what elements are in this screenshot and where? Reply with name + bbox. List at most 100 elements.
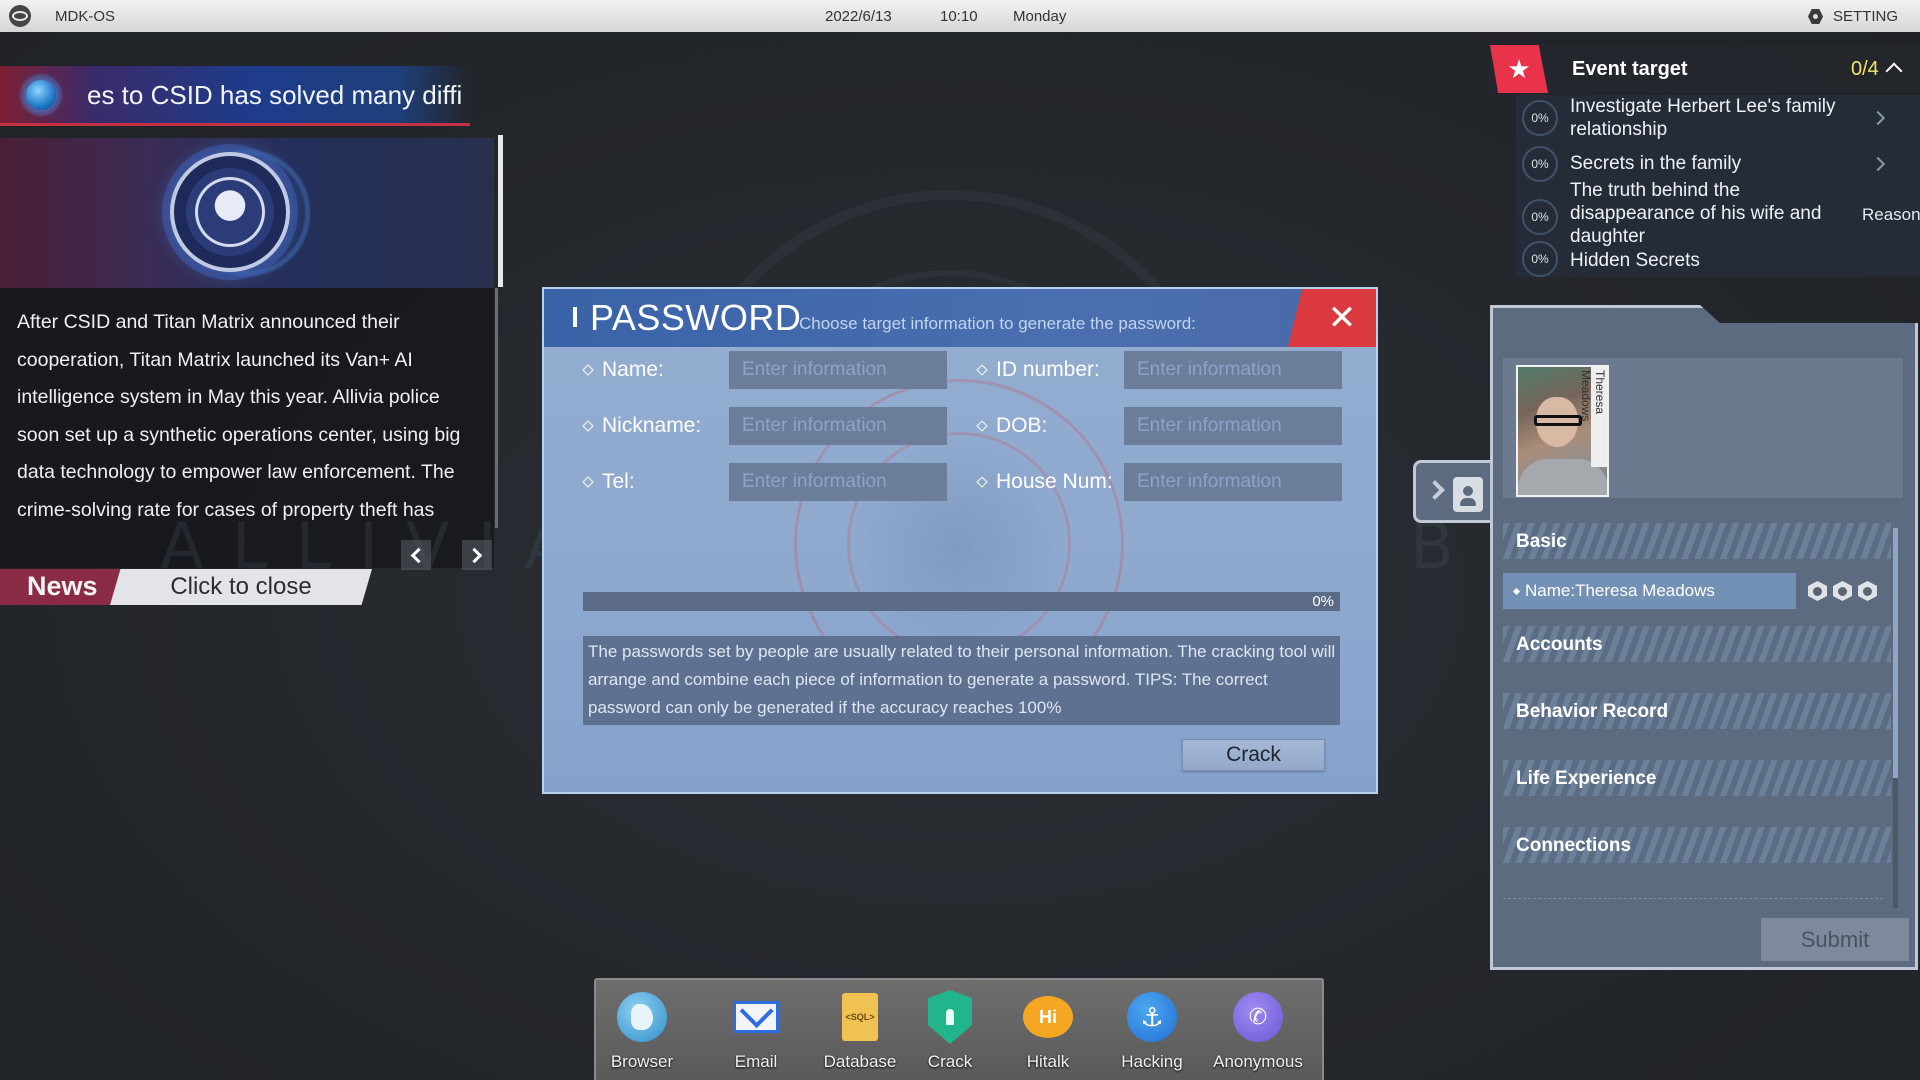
chevron-right-icon	[1870, 110, 1886, 126]
hitalk-glyph: Hi	[1023, 996, 1073, 1038]
diamond-bullet-icon	[582, 420, 594, 432]
hex-id-card-icon[interactable]	[1858, 581, 1877, 601]
top-bar: MDK-OS 2022/6/13 10:10 Monday SETTING	[0, 0, 1920, 32]
dialog-header: PASSWORD Choose target information to ge…	[544, 289, 1376, 347]
house-num-label: House Num:	[976, 463, 1113, 501]
os-logo-icon	[9, 5, 31, 27]
chevron-right-icon	[1425, 480, 1445, 500]
task-reasoning-tag: Reasoning	[1862, 205, 1920, 224]
password-dialog: PASSWORD Choose target information to ge…	[542, 287, 1378, 794]
public-security-bureau-seal	[170, 152, 290, 272]
dock-app-label: Hacking	[1121, 1052, 1183, 1071]
photo-glasses	[1534, 415, 1582, 426]
task-progress-ring: 0%	[1522, 199, 1558, 235]
section-connections[interactable]: Connections	[1503, 827, 1891, 863]
dock-app-crack[interactable]: Crack	[900, 990, 1000, 1072]
profile-name-row[interactable]: Name:Theresa Meadows	[1503, 573, 1796, 609]
progress-percent: 0%	[1312, 593, 1334, 610]
news-image	[0, 138, 494, 288]
profile-photo: Theresa Meadows	[1516, 365, 1609, 497]
dock-app-hacking[interactable]: ⚓ Hacking	[1102, 992, 1202, 1072]
dialog-close-button[interactable]: ✕	[1288, 289, 1376, 347]
diamond-bullet-icon	[976, 420, 988, 432]
tel-label: Tel:	[582, 463, 635, 501]
dock-app-label: Hitalk	[1026, 1052, 1070, 1071]
section-accounts[interactable]: Accounts	[1503, 626, 1891, 662]
news-tag: News	[0, 569, 122, 605]
chevron-left-icon	[410, 547, 427, 563]
task-progress-ring: 0%	[1522, 100, 1558, 136]
diamond-bullet-icon	[582, 364, 594, 376]
email-envelope-icon	[731, 992, 781, 1042]
dock-app-label: Email	[734, 1052, 778, 1071]
dock-app-database[interactable]: <SQL> Database	[810, 992, 910, 1072]
house-num-label-text: House Num:	[996, 470, 1113, 493]
chevron-right-icon	[1870, 156, 1886, 172]
database-sql-icon: <SQL>	[835, 992, 885, 1042]
anonymous-phone-icon: ✆	[1233, 992, 1283, 1042]
profile-divider	[1503, 898, 1883, 899]
news-prev-button[interactable]	[401, 540, 431, 570]
gear-icon	[1808, 9, 1823, 24]
id-number-input[interactable]	[1124, 351, 1342, 389]
name-input[interactable]	[729, 351, 947, 389]
crack-shield-icon	[925, 990, 975, 1044]
dob-label-text: DOB:	[996, 414, 1048, 437]
event-target-title: Event target	[1572, 58, 1688, 80]
os-name: MDK-OS	[55, 8, 115, 25]
event-task-list: 0% Investigate Herbert Lee's family rela…	[1516, 95, 1920, 277]
nickname-label-text: Nickname:	[602, 414, 702, 437]
dock-app-label: Crack	[927, 1052, 973, 1071]
task-text: Investigate Herbert Lee's family relatio…	[1570, 96, 1836, 140]
time-display: 10:10	[940, 8, 978, 25]
title-accent-bar	[573, 307, 577, 327]
event-task-item[interactable]: 0% Hidden Secrets	[1516, 239, 1920, 279]
event-target-panel: ★ Event target 0/4 0% Investigate Herber…	[1490, 45, 1920, 277]
submit-button[interactable]: Submit	[1761, 918, 1909, 961]
dock-app-label: Anonymous	[1213, 1052, 1303, 1071]
news-ticker-text: es to CSID has solved many diffi	[87, 80, 463, 110]
id-number-label-text: ID number:	[996, 358, 1100, 381]
task-progress-ring: 0%	[1522, 146, 1558, 182]
dock-app-email[interactable]: Email	[706, 992, 806, 1072]
news-next-button[interactable]	[462, 540, 492, 570]
dock-app-browser[interactable]: Browser	[592, 992, 692, 1072]
section-basic[interactable]: Basic	[1503, 523, 1891, 559]
dob-input[interactable]	[1124, 407, 1342, 445]
id-badge-icon	[1453, 477, 1483, 512]
dock-app-anonymous[interactable]: ✆ Anonymous	[1208, 992, 1308, 1072]
nickname-label: Nickname:	[582, 407, 702, 445]
browser-globe-icon	[617, 992, 667, 1042]
task-text: Hidden Secrets	[1570, 250, 1700, 271]
app-dock: Browser Email <SQL> Database Crack Hi Hi…	[594, 978, 1324, 1080]
hex-globe-icon[interactable]	[1808, 581, 1827, 601]
star-icon: ★	[1490, 45, 1548, 93]
chevron-right-icon	[466, 547, 483, 563]
news-body: ALLIVIA After CSID and Titan Matrix anno…	[0, 288, 568, 584]
dock-app-label: Database	[823, 1052, 897, 1071]
tel-input[interactable]	[729, 463, 947, 501]
chevron-up-icon[interactable]	[1885, 62, 1903, 80]
diamond-bullet-icon	[976, 476, 988, 488]
photo-name-label: Theresa Meadows	[1579, 367, 1607, 467]
setting-button[interactable]: SETTING	[1808, 8, 1898, 25]
news-article-text: After CSID and Titan Matrix announced th…	[17, 311, 461, 521]
id-number-label: ID number:	[976, 351, 1100, 389]
globe-icon	[26, 80, 56, 110]
news-text-scrollbar[interactable]	[495, 288, 498, 528]
nickname-input[interactable]	[729, 407, 947, 445]
section-life-experience[interactable]: Life Experience	[1503, 760, 1891, 796]
dock-app-hitalk[interactable]: Hi Hitalk	[998, 992, 1098, 1072]
sql-glyph: <SQL>	[842, 993, 878, 1041]
profile-scrollbar-thumb[interactable]	[1893, 528, 1898, 778]
profile-toggle-button[interactable]	[1413, 460, 1493, 523]
diamond-bullet-icon	[976, 364, 988, 376]
hacking-hook-icon: ⚓	[1127, 992, 1177, 1042]
event-task-item[interactable]: 0% Investigate Herbert Lee's family rela…	[1516, 95, 1920, 141]
section-behavior-record[interactable]: Behavior Record	[1503, 693, 1891, 729]
news-close-button[interactable]: Click to close	[110, 569, 372, 605]
hex-shield-icon[interactable]	[1833, 581, 1852, 601]
house-num-input[interactable]	[1124, 463, 1342, 501]
crack-button[interactable]: Crack	[1182, 739, 1325, 771]
news-scrollbar[interactable]	[498, 135, 503, 287]
